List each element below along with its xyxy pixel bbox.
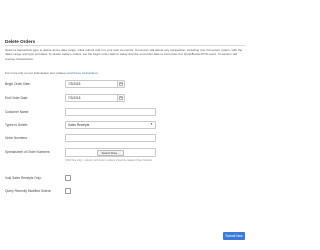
select-files-button[interactable]: Select Files... <box>97 149 124 156</box>
instructions-link[interactable]: read these instructions <box>66 71 97 75</box>
file-drop-zone[interactable]: Select Files... <box>65 148 156 157</box>
customer-name-input[interactable] <box>65 108 156 116</box>
title-divider <box>5 45 245 46</box>
calendar-icon[interactable] <box>117 80 124 87</box>
begin-date-value: 7/3/2018 <box>68 81 81 86</box>
query-modified-label: Query Recently Modified Orders: <box>5 189 52 193</box>
order-numbers-input[interactable] <box>65 134 156 142</box>
types-select[interactable]: Sales Receipts ▼ <box>65 121 156 129</box>
types-label: Types to Delete: <box>5 123 29 127</box>
void-receipts-checkbox[interactable] <box>65 175 71 181</box>
query-modified-checkbox[interactable] <box>65 188 71 194</box>
end-date-value: 7/3/2018 <box>68 95 81 100</box>
help-text: For more info on our bulk delete tool, p… <box>5 71 243 75</box>
form-description: Select a transaction type to delete and … <box>5 48 243 61</box>
customer-name-label: Customer Name: <box>5 110 30 114</box>
page-title: Delete Orders <box>5 39 36 44</box>
spreadsheet-upload: Select Files... (CSV files only) - Colum… <box>65 148 156 162</box>
chevron-down-icon: ▼ <box>150 122 153 127</box>
end-date-input[interactable]: 7/3/2018 <box>65 94 125 102</box>
calendar-icon[interactable] <box>117 94 124 101</box>
spreadsheet-label: Spreadsheet of Order Numbers: <box>5 150 51 154</box>
void-receipts-label: Void Sales Receipts Only: <box>5 176 42 180</box>
upload-hint: (CSV files only) - Column with order num… <box>65 159 153 162</box>
types-selected-value: Sales Receipts <box>68 122 90 127</box>
end-date-label: End Order Date: <box>5 96 29 100</box>
delete-orders-page: Delete Orders Select a transaction type … <box>0 0 250 250</box>
begin-date-label: Begin Order Date: <box>5 82 31 86</box>
submit-button[interactable]: Submit Now <box>223 232 245 240</box>
help-text-prefix: For more info on our bulk delete tool, p… <box>5 71 66 75</box>
order-numbers-label: Order Numbers: <box>5 136 28 140</box>
begin-date-input[interactable]: 7/3/2018 <box>65 80 125 88</box>
